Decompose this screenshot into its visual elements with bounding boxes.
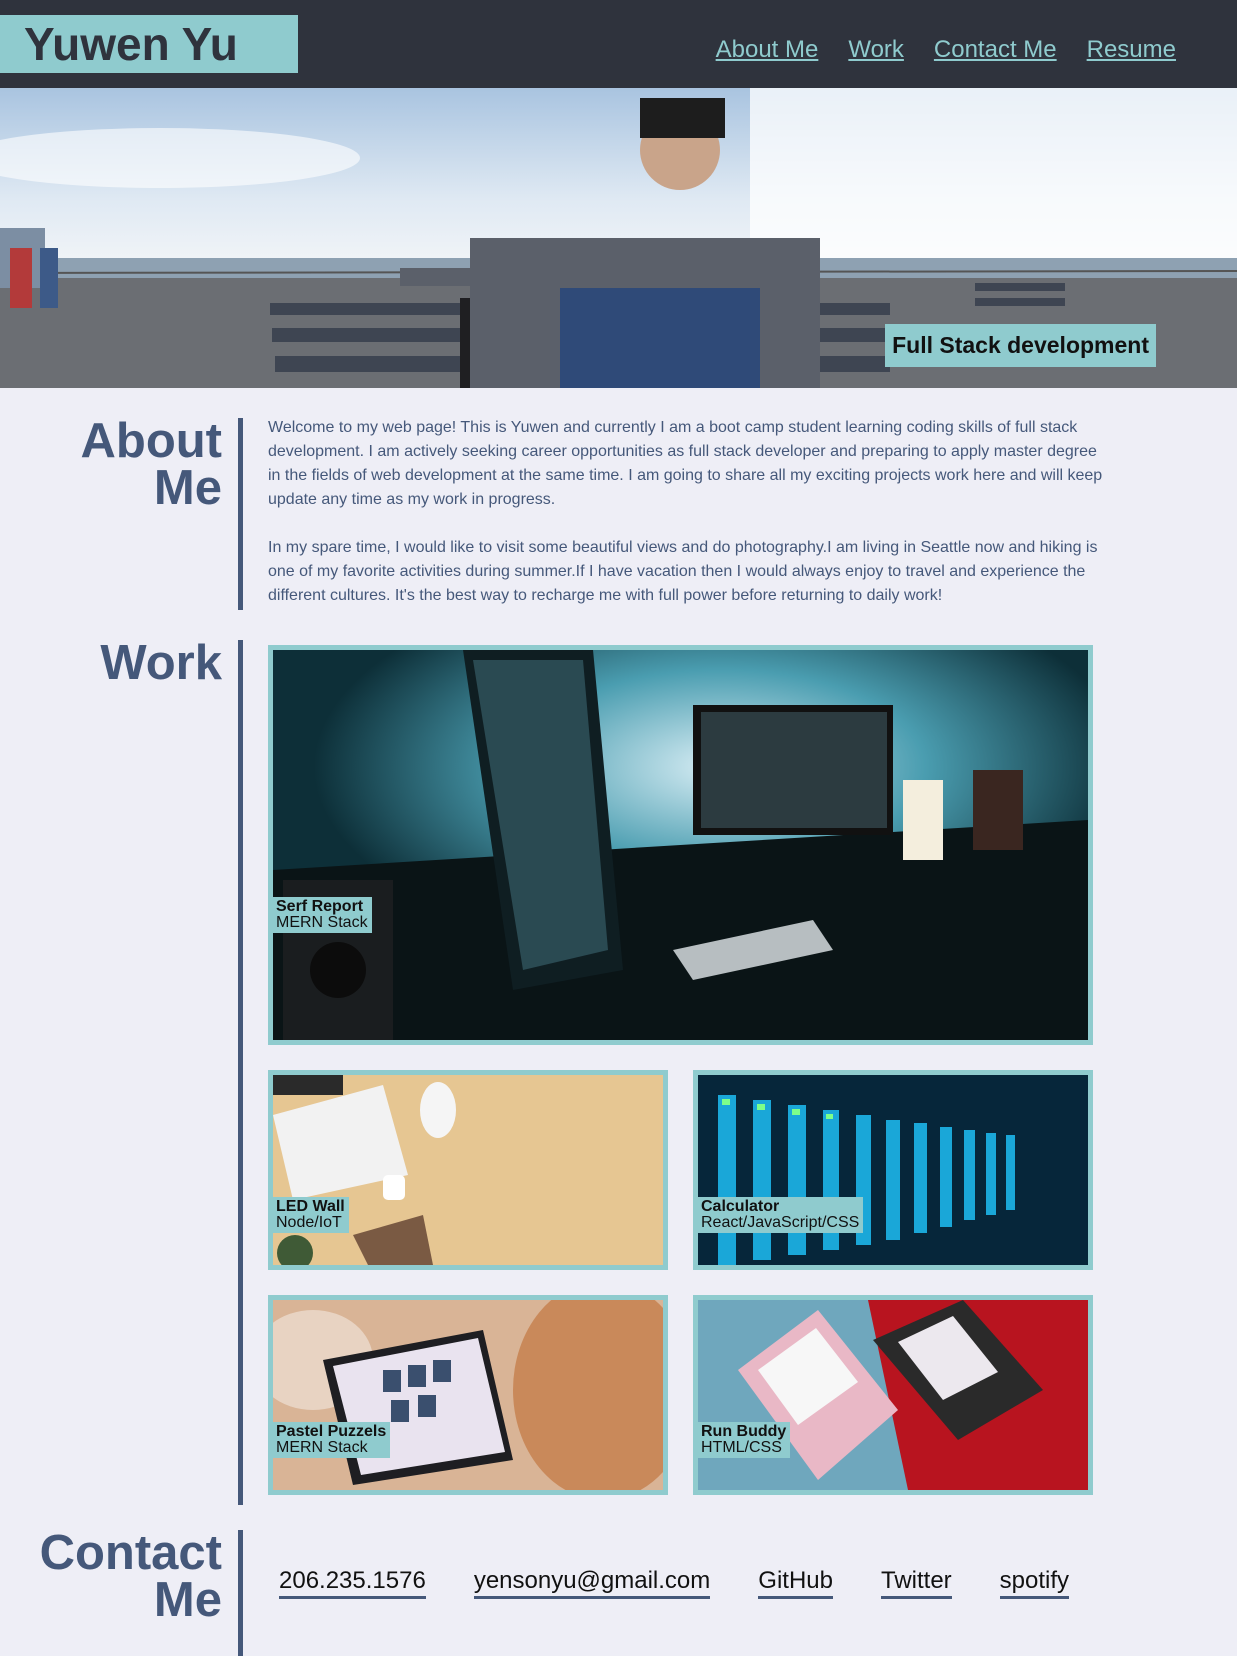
about-paragraph: In my spare time, I would like to visit …	[268, 539, 1098, 604]
contact-heading-line2: Me	[153, 1573, 222, 1627]
about-heading: About Me	[81, 417, 223, 515]
contact-divider	[238, 1530, 243, 1656]
project-title: Calculator	[701, 1198, 780, 1215]
project-stack: Node/IoT	[276, 1214, 342, 1231]
project-title: LED Wall	[276, 1198, 345, 1215]
project-card-serf-report[interactable]: Serf Report MERN Stack	[268, 645, 1093, 1045]
site-header: Yuwen Yu About Me Work Contact Me Resume	[0, 0, 1237, 88]
project-card-calculator[interactable]: Calculator React/JavaScript/CSS	[693, 1070, 1093, 1270]
project-title: Run Buddy	[701, 1423, 787, 1440]
contact-spotify-link[interactable]: spotify	[999, 1567, 1070, 1599]
project-stack: HTML/CSS	[701, 1439, 782, 1456]
project-title: Serf Report	[276, 898, 364, 915]
project-card-run-buddy[interactable]: Run Buddy HTML/CSS	[693, 1295, 1093, 1495]
nav-link-work[interactable]: Work	[848, 36, 904, 64]
about-paragraph: Welcome to my web page! This is Yuwen an…	[268, 419, 1103, 508]
project-title: Pastel Puzzels	[276, 1423, 387, 1440]
project-image	[698, 1300, 1088, 1490]
nav-link-resume[interactable]: Resume	[1087, 36, 1176, 64]
project-caption: LED Wall Node/IoT	[273, 1197, 349, 1233]
hero-tagline: Full Stack development	[885, 324, 1156, 367]
contact-phone-link[interactable]: 206.235.1576	[279, 1567, 426, 1599]
project-caption: Pastel Puzzels MERN Stack	[273, 1422, 391, 1458]
about-heading-line2: Me	[153, 461, 222, 515]
about-divider	[238, 418, 243, 610]
project-card-pastel-puzzels[interactable]: Pastel Puzzels MERN Stack	[268, 1295, 668, 1495]
about-body: Welcome to my web page! This is Yuwen an…	[268, 416, 1108, 608]
project-caption: Serf Report MERN Stack	[273, 897, 372, 933]
nav-link-contact[interactable]: Contact Me	[934, 36, 1057, 64]
project-image	[273, 1300, 663, 1490]
project-stack: MERN Stack	[276, 1439, 368, 1456]
project-image	[273, 650, 1088, 1040]
nav-link-about[interactable]: About Me	[716, 36, 819, 64]
site-logo[interactable]: Yuwen Yu	[0, 15, 298, 73]
work-heading: Work	[100, 636, 222, 690]
project-caption: Calculator React/JavaScript/CSS	[698, 1197, 864, 1233]
work-divider	[238, 640, 243, 1505]
project-image	[273, 1075, 663, 1265]
contact-github-link[interactable]: GitHub	[758, 1567, 833, 1599]
contact-email-link[interactable]: yensonyu@gmail.com	[473, 1567, 711, 1599]
contact-twitter-link[interactable]: Twitter	[880, 1567, 952, 1599]
project-card-led-wall[interactable]: LED Wall Node/IoT	[268, 1070, 668, 1270]
project-caption: Run Buddy HTML/CSS	[698, 1422, 791, 1458]
contact-heading-line1: Contact	[39, 1526, 222, 1580]
contact-heading: Contact Me	[40, 1529, 222, 1627]
project-stack: React/JavaScript/CSS	[701, 1214, 860, 1231]
about-heading-line1: About	[80, 414, 223, 468]
contact-links: 206.235.1576 yensonyu@gmail.com GitHub T…	[279, 1567, 1070, 1599]
project-stack: MERN Stack	[276, 914, 368, 931]
project-image	[698, 1075, 1088, 1265]
hero-banner: Full Stack development	[0, 88, 1237, 388]
main-nav: About Me Work Contact Me Resume	[716, 36, 1176, 64]
